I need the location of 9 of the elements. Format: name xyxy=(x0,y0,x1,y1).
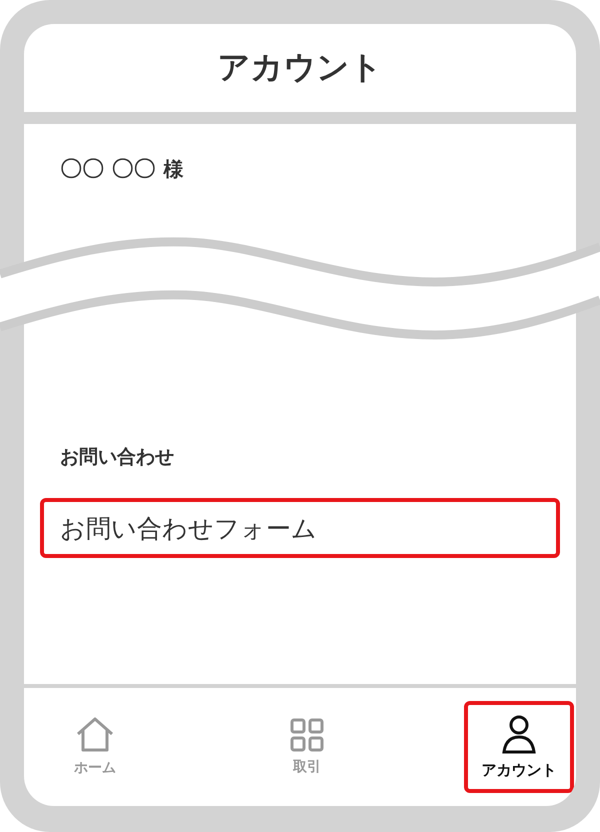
contact-form-link[interactable]: お問い合わせフォーム xyxy=(40,498,560,558)
nav-tab[interactable]: アカウント xyxy=(464,701,574,793)
home-icon xyxy=(75,717,115,753)
grid-icon xyxy=(290,718,324,752)
user-name: 〇〇 〇〇 xyxy=(60,156,156,184)
honorific: 様 xyxy=(164,156,184,183)
page-title: アカウント xyxy=(218,47,382,88)
section-heading: お問い合わせ xyxy=(60,445,175,470)
person-icon xyxy=(501,714,537,754)
